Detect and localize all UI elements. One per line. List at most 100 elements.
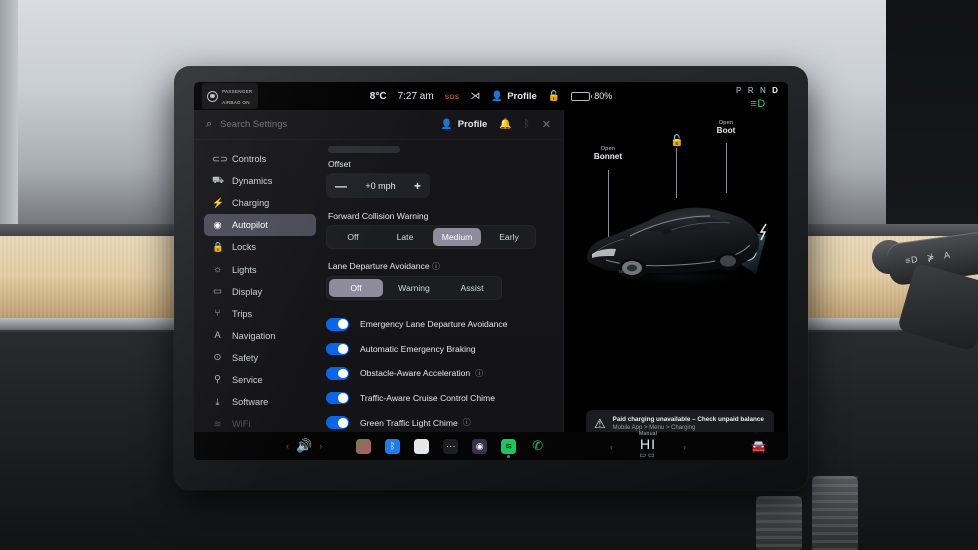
trips-icon: ⑂ [214,308,221,320]
notification-bell-icon[interactable]: 🔔 [499,119,511,130]
more-apps-icon[interactable]: ··· [443,438,459,454]
passenger-airbag-indicator: PASSENGER AIRBAG ON [202,83,258,109]
seat-heater-icons[interactable]: ▭▭ [612,451,684,459]
camera-app-icon[interactable]: ◉ [472,438,488,454]
warning-triangle-icon: ⚠ [594,416,606,431]
car-visualization-pane: Open Bonnet 🔓 Open Boot TESLA ⚠ Paid cha… [564,110,788,460]
active-gear: D [772,86,781,95]
sidebar-item-service[interactable]: ⚲ Service [204,369,316,391]
accelerator-pedal [812,476,858,550]
fcw-option-medium[interactable]: Medium [433,228,481,246]
info-icon[interactable]: ⓘ [463,417,471,428]
fcw-option-early[interactable]: Early [485,228,533,246]
scissor-doors-icon[interactable]: ⋊ [470,91,480,102]
sidebar-label: Safety [232,352,259,363]
notes-app-icon[interactable] [414,438,430,454]
download-icon: ⤓ [215,396,220,408]
phone-app-icon[interactable]: ✆ [530,438,545,454]
toggle-row-automatic-emergency-braking[interactable]: Automatic Emergency Braking [326,337,551,362]
tesla-touchscreen[interactable]: PASSENGER AIRBAG ON 8°C 7:27 am SOS ⋊ 👤 … [194,82,788,460]
car-icon[interactable]: 🚘 [751,439,766,453]
toggle-switch[interactable] [326,318,349,331]
settings-profile-label: Profile [457,119,488,130]
airbag-line-1: PASSENGER [222,89,253,94]
info-icon[interactable]: ⓘ [475,368,483,379]
open-boot-large: Boot [716,126,736,135]
open-bonnet-label[interactable]: Open Bonnet [584,146,632,161]
settings-profile-button[interactable]: 👤 Profile [441,119,487,130]
climate-control[interactable]: ‹ Manual HI ▭▭ › [610,431,686,459]
unlock-icon[interactable]: 🔓 [548,91,560,102]
open-bonnet-large: Bonnet [593,152,623,161]
gear-letters: P R N D [736,86,781,95]
sidebar-label: Software [232,397,269,408]
sidebar-item-software[interactable]: ⤓ Software [204,391,316,413]
toggle-label: Automatic Emergency Braking [360,343,476,354]
toggle-switch[interactable] [326,367,349,380]
volume-next-arrow[interactable]: › [319,441,322,451]
sidebar-item-navigation[interactable]: A Navigation [204,325,316,347]
sidebar-item-dynamics[interactable]: ⛟ Dynamics [204,170,316,192]
fcw-option-late[interactable]: Late [381,228,429,246]
outside-temperature: 8°C [369,90,387,102]
toggle-row-traffic-aware-cruise-chime[interactable]: Traffic-Aware Cruise Control Chime [326,386,551,411]
lock-icon[interactable]: 🔓 [670,134,684,147]
sidebar-item-charging[interactable]: ⚡ Charging [204,192,316,214]
sidebar-label: Dynamics [232,176,273,187]
toggle-switch[interactable] [326,416,349,429]
fcw-option-off[interactable]: Off [329,228,377,246]
toggle-switch[interactable] [326,342,349,356]
toggle-label: Obstacle-Aware Acceleration ⓘ [360,368,483,379]
svg-text:TESLA: TESLA [618,269,631,274]
search-input[interactable] [220,119,433,130]
lock-icon: 🔒 [212,241,224,253]
offset-decrement-button[interactable]: — [335,180,347,192]
a-pillar-left [0,0,18,236]
climate-decrease-arrow[interactable]: ‹ [610,442,613,452]
lda-option-off[interactable]: Off [329,279,383,297]
settings-panel: ⌕ 👤 Profile 🔔 ᛒ ✕ ⊂⊃ Contr [194,110,564,432]
info-icon[interactable]: ⓘ [432,262,440,271]
toggle-switch[interactable] [326,391,349,405]
display-icon: ▭ [213,286,222,298]
status-bar: PASSENGER AIRBAG ON 8°C 7:27 am SOS ⋊ 👤 … [194,82,788,125]
climate-increase-arrow[interactable]: › [683,442,686,452]
lda-option-assist[interactable]: Assist [445,279,499,297]
safety-icon: ⊙ [213,352,222,364]
sidebar-item-safety[interactable]: ⊙ Safety [204,347,316,369]
forward-collision-warning-label: Forward Collision Warning [328,211,429,221]
airbag-line-2: AIRBAG ON [222,100,250,105]
forward-collision-warning-segmented: Off Late Medium Early [326,225,536,249]
car-icon: ⛟ [212,175,224,187]
open-boot-label[interactable]: Open Boot [702,120,750,135]
volume-prev-arrow[interactable]: ‹ [286,441,289,451]
toggle-row-obstacle-aware-acceleration[interactable]: Obstacle-Aware Acceleration ⓘ [326,361,551,386]
close-settings-icon[interactable]: ✕ [542,118,551,131]
volume-icon[interactable]: 🔊 [296,438,312,454]
battery-indicator[interactable]: 80% [571,91,612,101]
toggle-row-emergency-lane-departure[interactable]: Emergency Lane Departure Avoidance [326,312,551,337]
profile-status-button[interactable]: 👤 Profile [491,91,536,102]
car-3d-render[interactable]: TESLA [570,174,782,294]
wrench-icon: ⚲ [214,374,221,386]
sidebar-item-autopilot[interactable]: ◉ Autopilot [204,214,316,237]
sos-icon[interactable]: SOS [445,94,460,101]
sidebar-item-controls[interactable]: ⊂⊃ Controls [204,148,316,170]
sidebar-item-display[interactable]: ▭ Display [204,281,316,303]
spotify-app-icon[interactable]: ≋ [501,438,517,458]
sidebar-item-lights[interactable]: ☼ Lights [204,258,316,280]
bluetooth-app-icon[interactable]: ᛒ [385,438,401,454]
offset-stepper[interactable]: — +0 mph + [326,173,430,198]
calendar-app-icon[interactable] [356,438,372,454]
sidebar-item-locks[interactable]: 🔒 Locks [204,236,316,258]
lda-option-warning[interactable]: Warning [387,279,441,297]
settings-body: ⊂⊃ Controls ⛟ Dynamics ⚡ Charging ◉ Auto… [194,140,563,432]
sidebar-item-trips[interactable]: ⑂ Trips [204,303,316,325]
headlight-status-icon: ≡D [750,98,766,110]
car-interior-scene: ≡D ⋡ A PASSENGER AIRBAG ON 8°C 7:27 am S… [0,0,978,550]
offset-increment-button[interactable]: + [414,180,421,192]
battery-icon [571,91,593,101]
battery-percent: 80% [594,91,613,101]
bluetooth-icon[interactable]: ᛒ [524,119,530,130]
offset-label: Offset [328,159,351,169]
